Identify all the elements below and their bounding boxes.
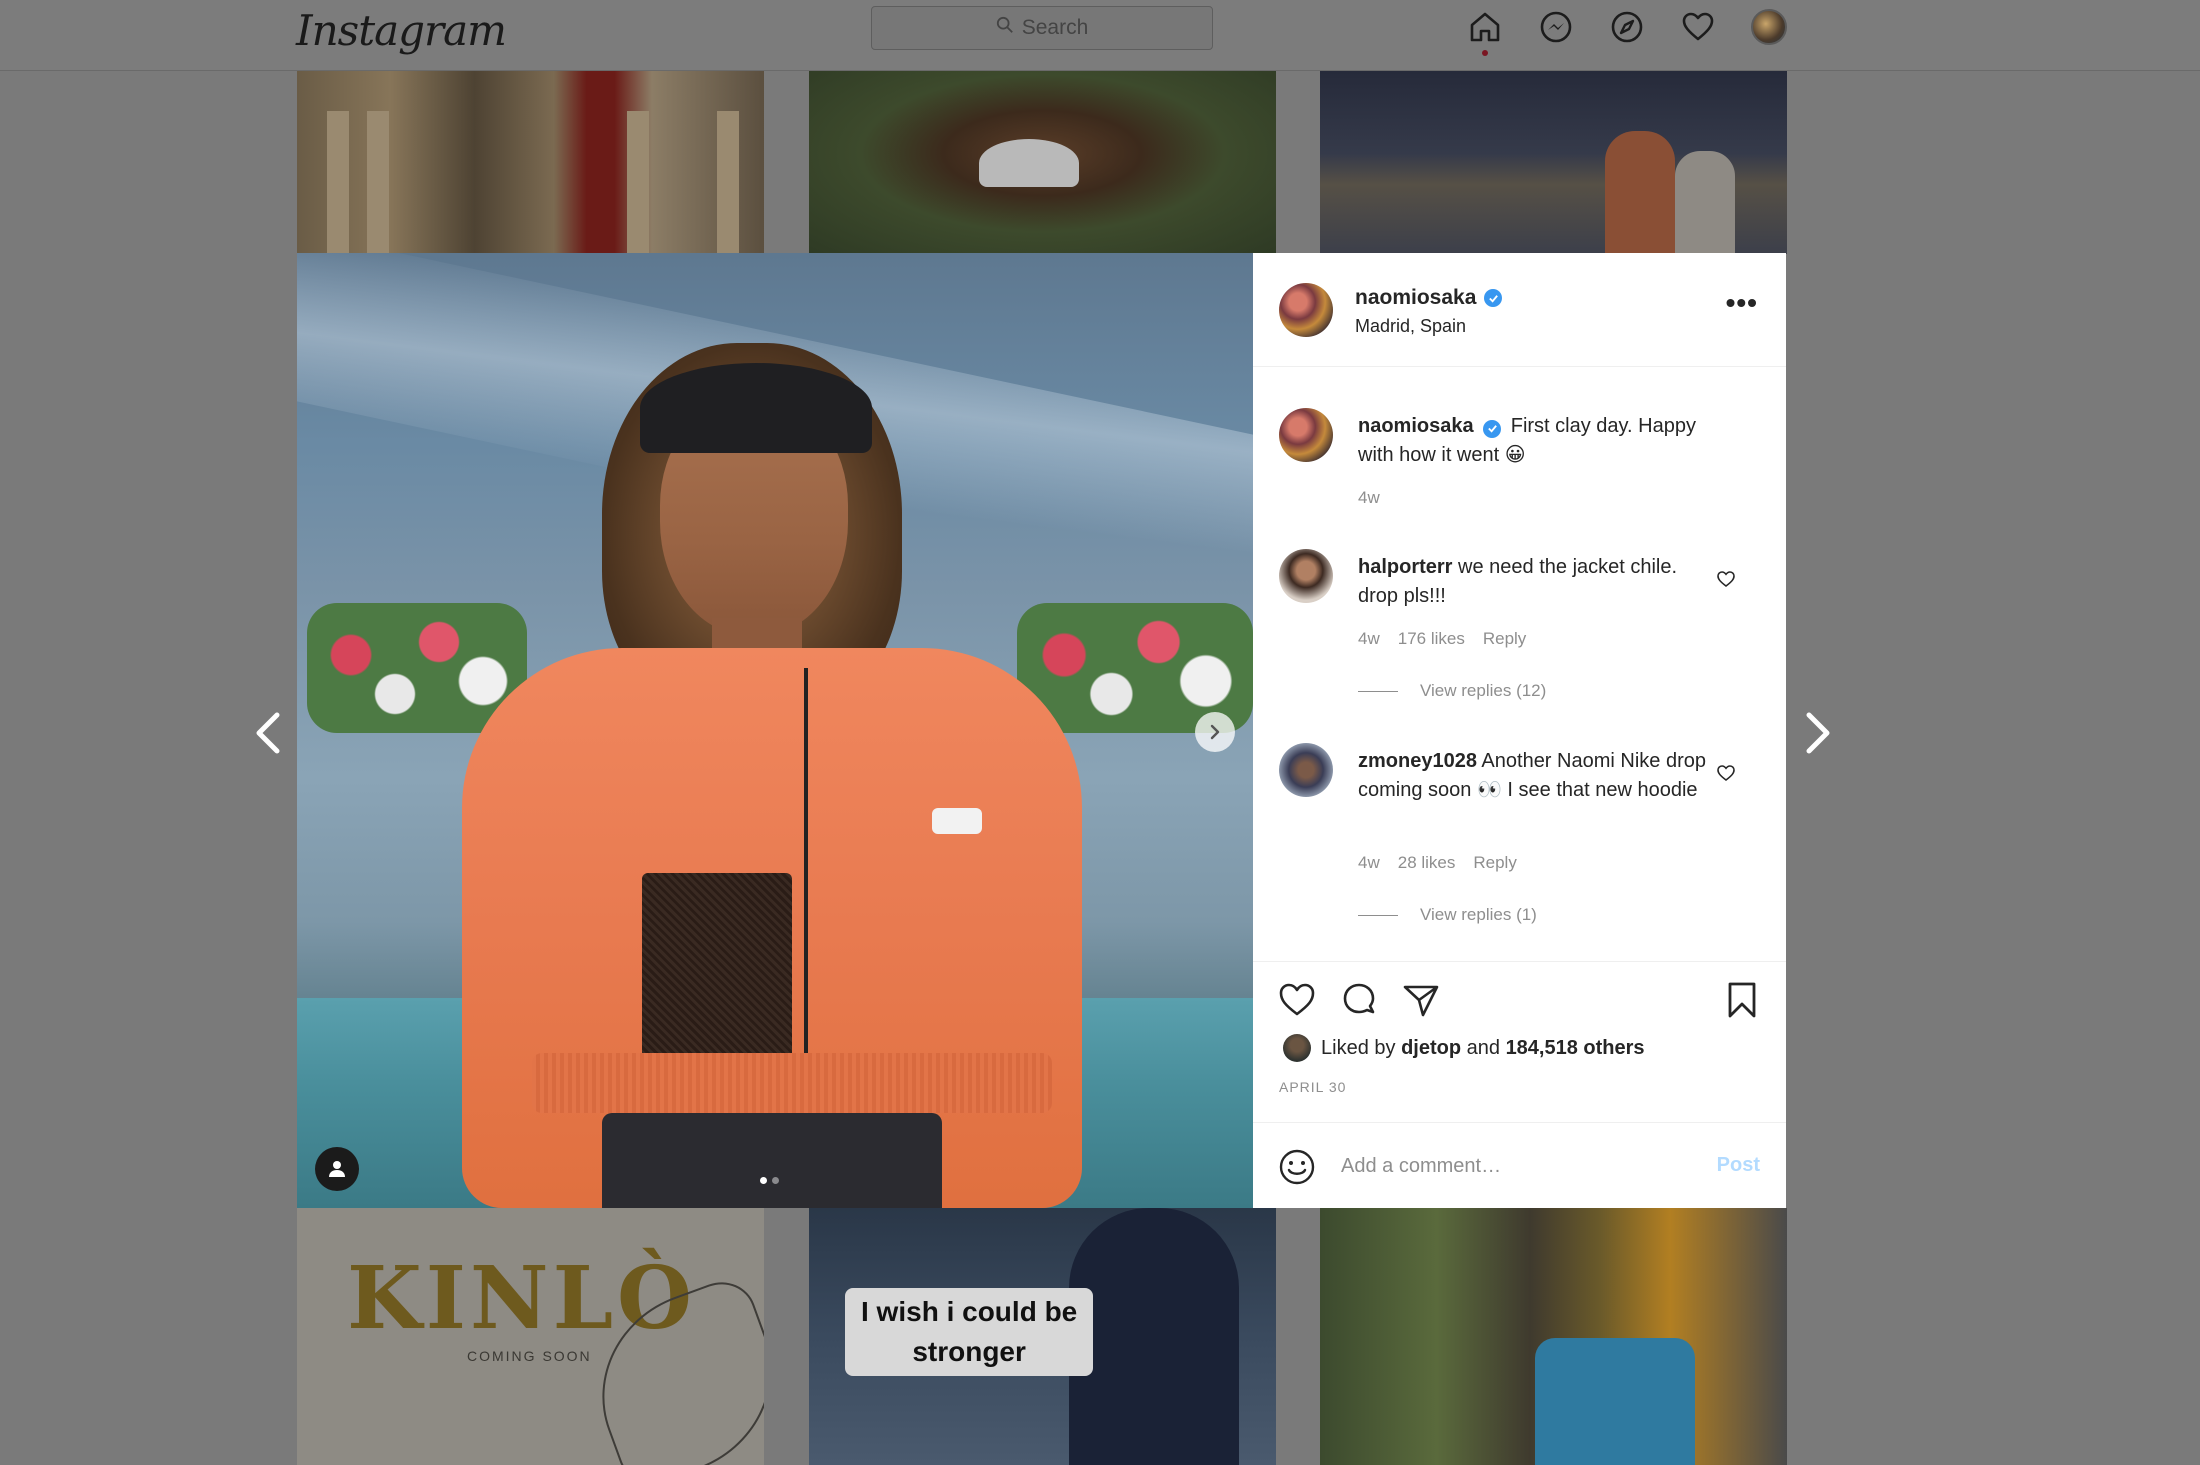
comment-meta: 4w 28 likes Reply bbox=[1358, 853, 1517, 873]
grid-tile-tiktok[interactable]: I wish i could be stronger bbox=[809, 1208, 1276, 1465]
chevron-right-icon bbox=[1210, 724, 1220, 740]
home-icon[interactable] bbox=[1466, 8, 1504, 56]
bookmark-icon[interactable] bbox=[1722, 980, 1762, 1020]
view-replies-button[interactable]: View replies (12) bbox=[1358, 681, 1546, 701]
kinlo-subtitle: COMING SOON bbox=[467, 1348, 592, 1364]
next-post-arrow[interactable] bbox=[1798, 708, 1838, 758]
activity-heart-icon[interactable] bbox=[1679, 8, 1717, 46]
commenter-avatar[interactable] bbox=[1279, 743, 1333, 797]
tagged-users-button[interactable] bbox=[315, 1147, 359, 1191]
post-header: naomiosaka Madrid, Spain ••• bbox=[1253, 253, 1786, 367]
post-photo[interactable] bbox=[297, 253, 1253, 1208]
post-location[interactable]: Madrid, Spain bbox=[1355, 316, 1466, 337]
person-icon bbox=[329, 1161, 345, 1177]
comments-list[interactable]: naomiosaka First clay day. Happy with ho… bbox=[1253, 368, 1786, 948]
comment-input[interactable] bbox=[1341, 1145, 1701, 1187]
caption-text: naomiosaka First clay day. Happy with ho… bbox=[1358, 415, 1696, 466]
carousel-indicator bbox=[760, 1177, 779, 1184]
post-comment-button[interactable]: Post bbox=[1717, 1154, 1760, 1177]
photo-subject bbox=[392, 293, 1122, 1208]
liker-username[interactable]: djetop bbox=[1401, 1037, 1461, 1059]
add-comment-bar: Post bbox=[1253, 1122, 1786, 1209]
comment-likes[interactable]: 176 likes bbox=[1398, 629, 1465, 649]
search-box[interactable]: Search bbox=[871, 6, 1213, 50]
post-date: APRIL 30 bbox=[1279, 1079, 1347, 1095]
caption-username[interactable]: naomiosaka bbox=[1358, 415, 1474, 437]
comment-reply-button[interactable]: Reply bbox=[1473, 853, 1516, 873]
home-active-dot bbox=[1482, 50, 1488, 56]
explore-icon[interactable] bbox=[1608, 8, 1646, 46]
comment-text: zmoney1028 Another Naomi Nike drop comin… bbox=[1358, 750, 1706, 801]
comment-like-heart-icon[interactable] bbox=[1716, 763, 1736, 783]
verified-badge-icon bbox=[1484, 289, 1503, 307]
nav-icons bbox=[1466, 8, 1788, 56]
liker-avatar bbox=[1283, 1034, 1311, 1062]
messenger-icon[interactable] bbox=[1537, 8, 1575, 46]
author-username[interactable]: naomiosaka bbox=[1355, 286, 1503, 310]
liked-by-summary[interactable]: Liked by djetop and 184,518 others bbox=[1283, 1034, 1645, 1062]
grid-tile-portrait[interactable] bbox=[1320, 1208, 1787, 1465]
carousel-next-button[interactable] bbox=[1195, 712, 1235, 752]
comment-bubble-icon[interactable] bbox=[1339, 980, 1379, 1020]
more-options-button[interactable]: ••• bbox=[1726, 289, 1758, 317]
like-heart-icon[interactable] bbox=[1277, 980, 1317, 1020]
comment-meta: 4w 176 likes Reply bbox=[1358, 629, 1526, 649]
profile-avatar[interactable] bbox=[1750, 8, 1788, 46]
commenter-avatar[interactable] bbox=[1279, 549, 1333, 603]
tiktok-caption: I wish i could be stronger bbox=[845, 1288, 1094, 1376]
commenter-username[interactable]: halporterr bbox=[1358, 556, 1452, 578]
caption-time: 4w bbox=[1358, 488, 1380, 507]
top-nav-bar: Instagram Search bbox=[0, 0, 2200, 71]
caption-meta: 4w bbox=[1358, 488, 1380, 508]
post-actions: Liked by djetop and 184,518 others APRIL… bbox=[1253, 961, 1786, 1208]
grid-tile-building[interactable] bbox=[297, 71, 764, 254]
search-placeholder: Search bbox=[1021, 16, 1089, 39]
comment-reply-button[interactable]: Reply bbox=[1483, 629, 1526, 649]
share-paper-plane-icon[interactable] bbox=[1401, 980, 1441, 1020]
grid-tile-kinlo[interactable]: KINLÒ COMING SOON bbox=[297, 1208, 764, 1465]
view-replies-button[interactable]: View replies (1) bbox=[1358, 905, 1537, 925]
author-avatar[interactable] bbox=[1279, 283, 1333, 337]
chevron-right-icon bbox=[1806, 712, 1830, 754]
comment-likes[interactable]: 28 likes bbox=[1398, 853, 1456, 873]
search-icon bbox=[996, 16, 1014, 40]
comment-text: halporterr we need the jacket chile. dro… bbox=[1358, 556, 1678, 607]
comment-time: 4w bbox=[1358, 853, 1380, 872]
verified-badge-icon bbox=[1483, 419, 1502, 438]
likes-count[interactable]: 184,518 others bbox=[1506, 1037, 1645, 1059]
carousel-dot bbox=[772, 1177, 779, 1184]
grid-tile-stadium[interactable] bbox=[1320, 71, 1787, 254]
chevron-left-icon bbox=[256, 712, 280, 754]
instagram-logo[interactable]: Instagram bbox=[296, 6, 507, 55]
carousel-dot-active bbox=[760, 1177, 767, 1184]
previous-post-arrow[interactable] bbox=[248, 708, 288, 758]
grid-tile-cap[interactable] bbox=[809, 71, 1276, 254]
commenter-username[interactable]: zmoney1028 bbox=[1358, 750, 1477, 772]
comment-time: 4w bbox=[1358, 629, 1380, 648]
comment-like-heart-icon[interactable] bbox=[1716, 569, 1736, 589]
caption-avatar[interactable] bbox=[1279, 408, 1333, 462]
emoji-icon[interactable] bbox=[1277, 1147, 1317, 1187]
post-side-panel: naomiosaka Madrid, Spain ••• naomiosaka … bbox=[1253, 253, 1786, 1208]
